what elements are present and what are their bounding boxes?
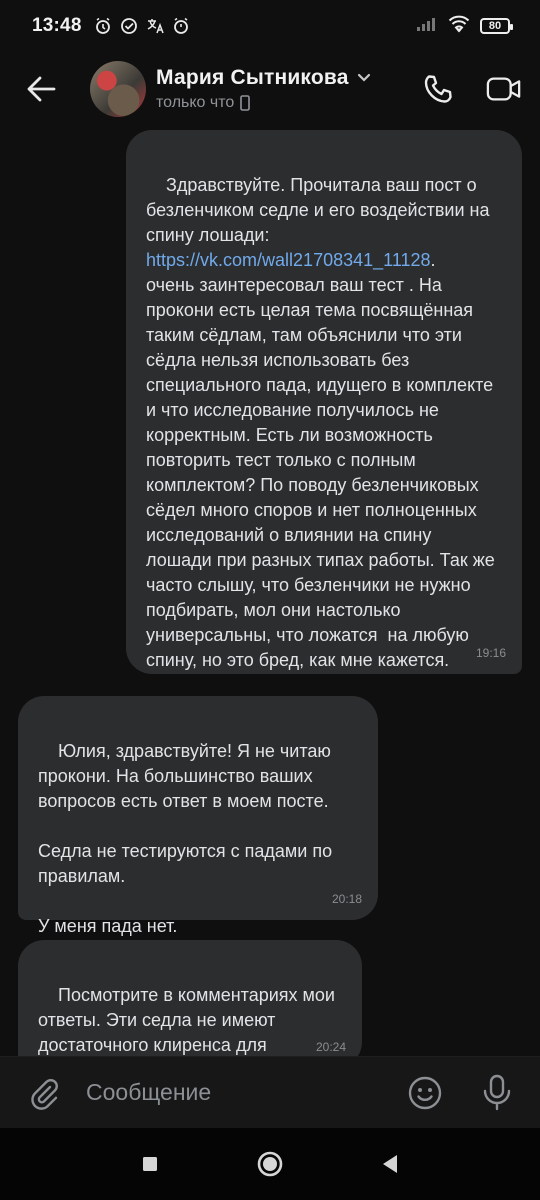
- video-call-button[interactable]: [486, 71, 522, 107]
- message-link[interactable]: https://vk.com/wall21708341_11128: [146, 250, 431, 270]
- message-text: Юлия, здравствуйте! Я не читаю прокони. …: [38, 741, 333, 936]
- message-bubble-incoming[interactable]: Посмотрите в комментариях мои ответы. Эт…: [18, 940, 362, 1056]
- avatar[interactable]: [90, 61, 146, 117]
- recents-button[interactable]: [135, 1149, 165, 1179]
- wifi-icon: [448, 15, 470, 38]
- message-list[interactable]: Здравствуйте. Прочитала ваш пост о безле…: [0, 126, 540, 1056]
- message-text: Здравствуйте. Прочитала ваш пост о безле…: [146, 175, 490, 245]
- peer-status: только что: [156, 94, 235, 111]
- message-text: . очень заинтересовал ваш тест . На прок…: [146, 250, 495, 670]
- system-nav-bar: [0, 1128, 540, 1200]
- smile-icon: [408, 1076, 442, 1109]
- attach-button[interactable]: [22, 1071, 66, 1115]
- phone-device-icon: [240, 95, 251, 111]
- message-bubble-incoming[interactable]: Юлия, здравствуйте! Я не читаю прокони. …: [18, 696, 378, 936]
- status-bar: 13:48 80: [0, 0, 540, 52]
- alarm-icon: [94, 17, 112, 35]
- translate-icon: [146, 17, 164, 35]
- check-circle-icon: [120, 17, 138, 35]
- paperclip-icon: [31, 1078, 58, 1110]
- phone-icon: [424, 75, 452, 103]
- chevron-down-icon: [357, 73, 370, 82]
- triangle-back-icon: [383, 1155, 397, 1173]
- peer-info[interactable]: Мария Сытникова только что: [156, 66, 371, 112]
- video-camera-icon: [486, 77, 521, 101]
- microphone-icon: [483, 1074, 511, 1110]
- alarm-clock-icon: [172, 17, 190, 35]
- square-icon: [143, 1157, 157, 1171]
- voice-message-button[interactable]: [478, 1074, 516, 1112]
- message-time: 19:16: [475, 646, 506, 660]
- arrow-left-icon: [27, 76, 56, 102]
- message-input[interactable]: [86, 1079, 406, 1106]
- back-nav-button[interactable]: [375, 1149, 405, 1179]
- message-text: Посмотрите в комментариях мои ответы. Эт…: [38, 985, 335, 1055]
- peer-name: Мария Сытникова: [156, 66, 349, 89]
- back-button[interactable]: [16, 64, 66, 114]
- status-time: 13:48: [32, 15, 82, 36]
- message-time: 20:24: [315, 1040, 346, 1054]
- chat-header: Мария Сытникова только что: [0, 52, 540, 126]
- message-time: 20:18: [331, 892, 362, 906]
- home-button[interactable]: [255, 1149, 285, 1179]
- home-circle-icon: [257, 1151, 283, 1177]
- call-button[interactable]: [420, 71, 456, 107]
- message-composer: [0, 1056, 540, 1128]
- emoji-button[interactable]: [406, 1074, 444, 1112]
- battery-indicator: 80: [480, 18, 513, 34]
- message-bubble-outgoing[interactable]: Здравствуйте. Прочитала ваш пост о безле…: [126, 130, 522, 674]
- signal-icon: [416, 16, 438, 37]
